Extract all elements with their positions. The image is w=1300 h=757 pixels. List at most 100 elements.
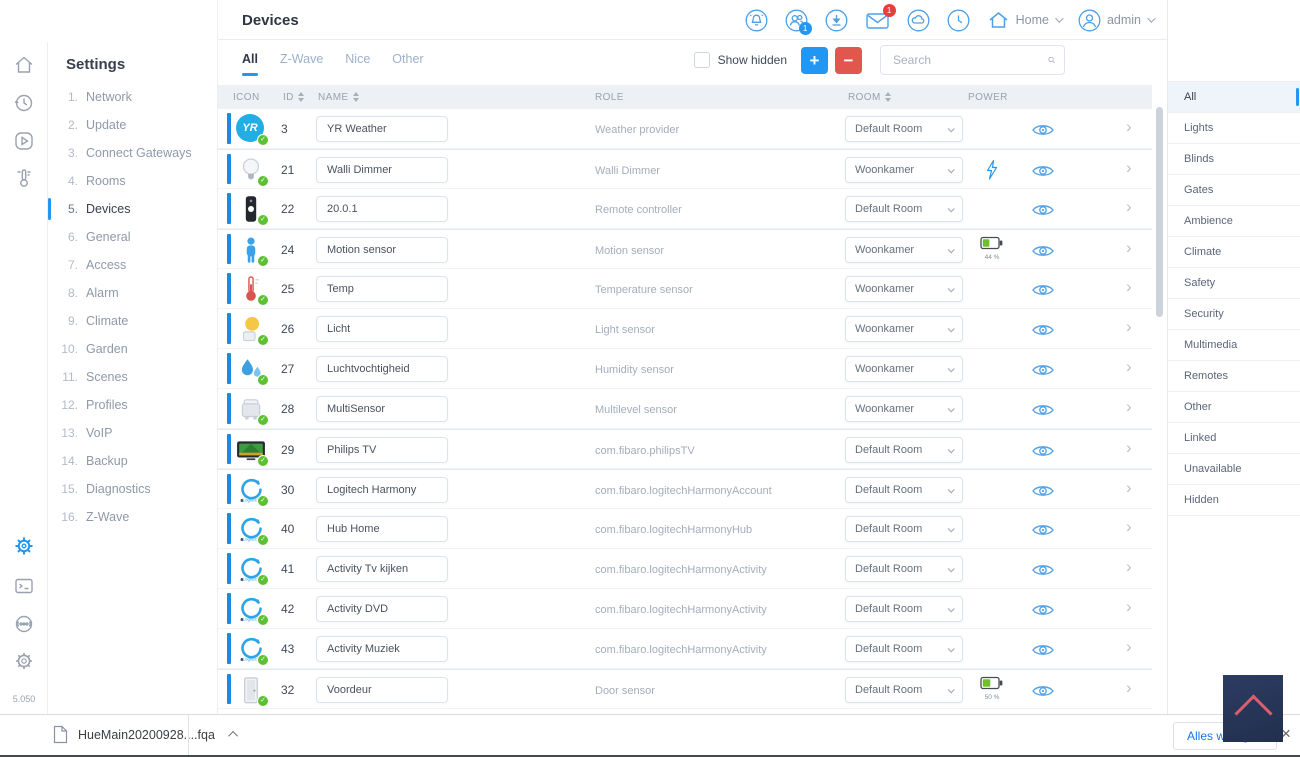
category-item-multimedia[interactable]: Multimedia [1168, 330, 1300, 361]
device-name-input[interactable] [316, 636, 448, 662]
column-header-name[interactable]: NAME [318, 85, 359, 109]
sidebar-item-voip[interactable]: 13. VoIP [48, 419, 217, 447]
sidebar-item-access[interactable]: 7. Access [48, 251, 217, 279]
tab-other[interactable]: Other [392, 52, 423, 76]
device-name-input[interactable] [316, 477, 448, 503]
room-dropdown[interactable]: Woonkamer [845, 237, 963, 263]
visibility-eye-icon[interactable] [1031, 163, 1055, 184]
row-chevron-icon[interactable]: › [1126, 597, 1132, 617]
visibility-eye-icon[interactable] [1031, 483, 1055, 504]
device-name-input[interactable] [316, 556, 448, 582]
room-dropdown[interactable]: Woonkamer [845, 396, 963, 422]
download-icon[interactable] [825, 9, 848, 32]
device-name-input[interactable] [316, 116, 448, 142]
sidebar-item-alarm[interactable]: 8. Alarm [48, 279, 217, 307]
row-chevron-icon[interactable]: › [1126, 238, 1132, 258]
row-chevron-icon[interactable]: › [1126, 158, 1132, 178]
visibility-eye-icon[interactable] [1031, 243, 1055, 264]
category-item-blinds[interactable]: Blinds [1168, 144, 1300, 175]
visibility-eye-icon[interactable] [1031, 522, 1055, 543]
row-chevron-icon[interactable]: › [1126, 517, 1132, 537]
add-device-button[interactable]: + [801, 46, 828, 74]
row-chevron-icon[interactable]: › [1126, 277, 1132, 297]
sidebar-item-connect-gateways[interactable]: 3. Connect Gateways [48, 139, 217, 167]
sidebar-item-rooms[interactable]: 4. Rooms [48, 167, 217, 195]
system-gear-icon[interactable] [13, 650, 35, 672]
room-dropdown[interactable]: Default Room [845, 636, 963, 662]
visibility-eye-icon[interactable] [1031, 443, 1055, 464]
row-chevron-icon[interactable]: › [1126, 637, 1132, 657]
row-chevron-icon[interactable]: › [1126, 117, 1132, 137]
tab-nice[interactable]: Nice [345, 52, 370, 76]
settings-gear-icon[interactable] [13, 535, 35, 557]
history-icon[interactable] [13, 92, 35, 114]
scroll-to-top-button[interactable] [1223, 675, 1283, 742]
home-menu[interactable]: Home [987, 9, 1064, 32]
room-dropdown[interactable]: Woonkamer [845, 157, 963, 183]
alarm-bell-icon[interactable] [745, 9, 768, 32]
device-name-input[interactable] [316, 516, 448, 542]
device-name-input[interactable] [316, 276, 448, 302]
category-item-other[interactable]: Other [1168, 392, 1300, 423]
category-item-safety[interactable]: Safety [1168, 268, 1300, 299]
category-item-lights[interactable]: Lights [1168, 113, 1300, 144]
category-item-linked[interactable]: Linked [1168, 423, 1300, 454]
sidebar-item-garden[interactable]: 10. Garden [48, 335, 217, 363]
device-name-input[interactable] [316, 396, 448, 422]
room-dropdown[interactable]: Woonkamer [845, 356, 963, 382]
category-item-ambience[interactable]: Ambience [1168, 206, 1300, 237]
room-dropdown[interactable]: Default Room [845, 596, 963, 622]
visibility-eye-icon[interactable] [1031, 322, 1055, 343]
sidebar-item-climate[interactable]: 9. Climate [48, 307, 217, 335]
visibility-eye-icon[interactable] [1031, 362, 1055, 383]
row-chevron-icon[interactable]: › [1126, 197, 1132, 217]
sidebar-item-network[interactable]: 1. Network [48, 83, 217, 111]
category-item-all[interactable]: All [1168, 82, 1300, 113]
visibility-eye-icon[interactable] [1031, 642, 1055, 663]
sidebar-item-general[interactable]: 6. General [48, 223, 217, 251]
row-chevron-icon[interactable]: › [1126, 357, 1132, 377]
cloud-icon[interactable] [907, 9, 930, 32]
visibility-eye-icon[interactable] [1031, 282, 1055, 303]
sidebar-item-diagnostics[interactable]: 15. Diagnostics [48, 475, 217, 503]
clock-icon[interactable] [947, 9, 970, 32]
visibility-eye-icon[interactable] [1031, 402, 1055, 423]
remove-device-button[interactable]: − [835, 46, 862, 74]
device-name-input[interactable] [316, 316, 448, 342]
category-item-remotes[interactable]: Remotes [1168, 361, 1300, 392]
sidebar-item-profiles[interactable]: 12. Profiles [48, 391, 217, 419]
row-chevron-icon[interactable]: › [1126, 478, 1132, 498]
category-item-unavailable[interactable]: Unavailable [1168, 454, 1300, 485]
device-name-input[interactable] [316, 677, 448, 703]
visibility-eye-icon[interactable] [1031, 602, 1055, 623]
sidebar-item-backup[interactable]: 14. Backup [48, 447, 217, 475]
visibility-eye-icon[interactable] [1031, 122, 1055, 143]
row-chevron-icon[interactable]: › [1126, 438, 1132, 458]
category-item-gates[interactable]: Gates [1168, 175, 1300, 206]
room-dropdown[interactable]: Default Room [845, 556, 963, 582]
chevron-up-icon[interactable] [228, 730, 238, 741]
room-dropdown[interactable]: Default Room [845, 116, 963, 142]
downloaded-file-chip[interactable]: HueMain20200928....fqa [53, 725, 238, 744]
user-menu[interactable]: admin [1078, 9, 1156, 32]
row-chevron-icon[interactable]: › [1126, 317, 1132, 337]
column-header-id[interactable]: ID [283, 85, 304, 109]
device-name-input[interactable] [316, 196, 448, 222]
sidebar-item-update[interactable]: 2. Update [48, 111, 217, 139]
visibility-eye-icon[interactable] [1031, 683, 1055, 704]
scenes-icon[interactable] [13, 130, 35, 152]
terminal-icon[interactable] [13, 575, 35, 597]
api-icon[interactable] [13, 613, 35, 635]
category-item-hidden[interactable]: Hidden [1168, 485, 1300, 516]
column-header-room[interactable]: ROOM [848, 85, 891, 109]
vertical-scrollbar[interactable] [1156, 107, 1163, 317]
category-item-climate[interactable]: Climate [1168, 237, 1300, 268]
room-dropdown[interactable]: Default Room [845, 477, 963, 503]
room-dropdown[interactable]: Woonkamer [845, 276, 963, 302]
users-icon[interactable]: 1 [785, 9, 812, 35]
visibility-eye-icon[interactable] [1031, 562, 1055, 583]
search-input[interactable] [893, 53, 1048, 67]
device-name-input[interactable] [316, 437, 448, 463]
row-chevron-icon[interactable]: › [1126, 557, 1132, 577]
room-dropdown[interactable]: Woonkamer [845, 316, 963, 342]
